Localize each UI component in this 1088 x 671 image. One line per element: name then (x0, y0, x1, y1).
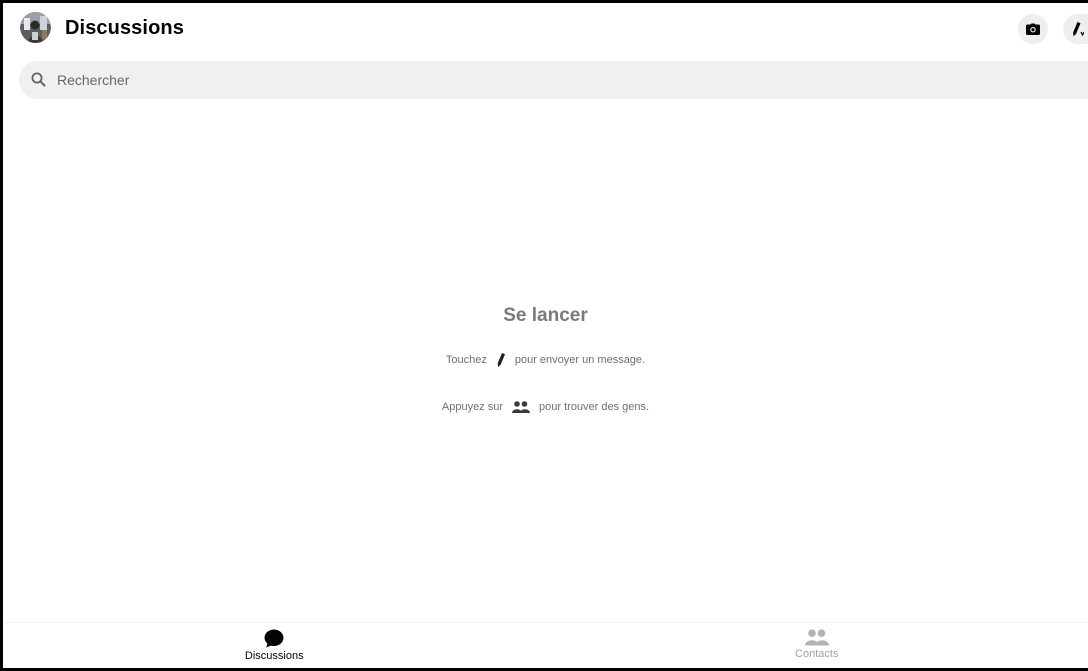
app-window: Discussions Se lancer Touchez (0, 0, 1088, 671)
people-icon (512, 401, 531, 413)
search-icon (31, 72, 46, 87)
tab-discussions-label: Discussions (244, 650, 304, 662)
compose-pencil-icon (1073, 22, 1084, 37)
empty-line1-after: pour envoyer un message. (514, 354, 646, 366)
tab-discussions[interactable]: Discussions (3, 623, 546, 668)
chat-bubble-icon (264, 629, 284, 648)
camera-button[interactable] (1018, 14, 1048, 44)
empty-state: Se lancer Touchez pour envoyer un messag… (3, 305, 1088, 417)
search-bar[interactable] (19, 61, 1088, 99)
compose-pencil-icon (496, 352, 506, 368)
camera-icon (1026, 23, 1040, 35)
page-title: Discussions (65, 17, 184, 39)
avatar-image-icon (20, 12, 51, 43)
bottom-navigation: Discussions Contacts (3, 622, 1088, 668)
empty-state-line-contacts: Appuyez sur pour trouver des gens. (3, 397, 1088, 417)
empty-state-title: Se lancer (503, 305, 588, 326)
tab-contacts-label: Contacts (795, 648, 839, 660)
avatar[interactable] (20, 12, 51, 43)
top-bar: Discussions (3, 3, 1088, 55)
empty-line2-before: Appuyez sur (441, 401, 504, 413)
empty-line1-before: Touchez (445, 354, 487, 366)
empty-line2-after: pour trouver des gens. (539, 401, 650, 413)
empty-state-line-compose: Touchez pour envoyer un message. (3, 350, 1088, 370)
tab-contacts[interactable]: Contacts (546, 623, 1088, 668)
search-input[interactable] (57, 61, 957, 99)
people-icon (804, 629, 829, 646)
compose-button[interactable] (1063, 14, 1088, 44)
